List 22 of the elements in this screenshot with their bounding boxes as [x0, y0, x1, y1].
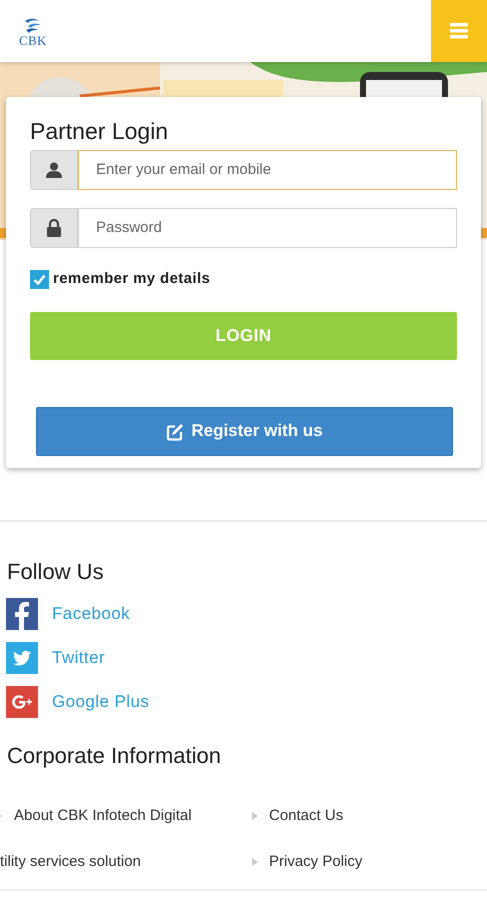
google-plus-icon[interactable] [6, 686, 38, 718]
footer-link[interactable]: Privacy Policy [269, 851, 362, 874]
login-title: Partner Login [30, 117, 170, 145]
facebook-icon[interactable] [6, 598, 38, 630]
corporate-title: Corporate Information [7, 742, 222, 768]
password-field[interactable]: Password [78, 208, 457, 248]
register-button[interactable]: Register with us [36, 406, 453, 456]
remember-checkbox[interactable]: remember my details [30, 268, 457, 290]
bird-icon[interactable] [6, 642, 38, 674]
user-icon [45, 161, 63, 179]
footer-link[interactable]: About CBK Infotech Digital [14, 804, 192, 827]
footer-link[interactable]: tility services solution [0, 851, 141, 874]
lock-icon [46, 219, 62, 237]
check-icon [33, 274, 46, 285]
logo-text: CBK [19, 34, 47, 48]
footer-link[interactable]: Contact Us [269, 804, 344, 827]
bullet-icon [252, 858, 258, 866]
menu-icon [450, 23, 468, 39]
edit-icon [166, 422, 186, 440]
bullet-icon [252, 812, 258, 820]
follow-title: Follow Us [7, 558, 105, 584]
email-field[interactable]: Enter your email or mobile [78, 150, 457, 190]
